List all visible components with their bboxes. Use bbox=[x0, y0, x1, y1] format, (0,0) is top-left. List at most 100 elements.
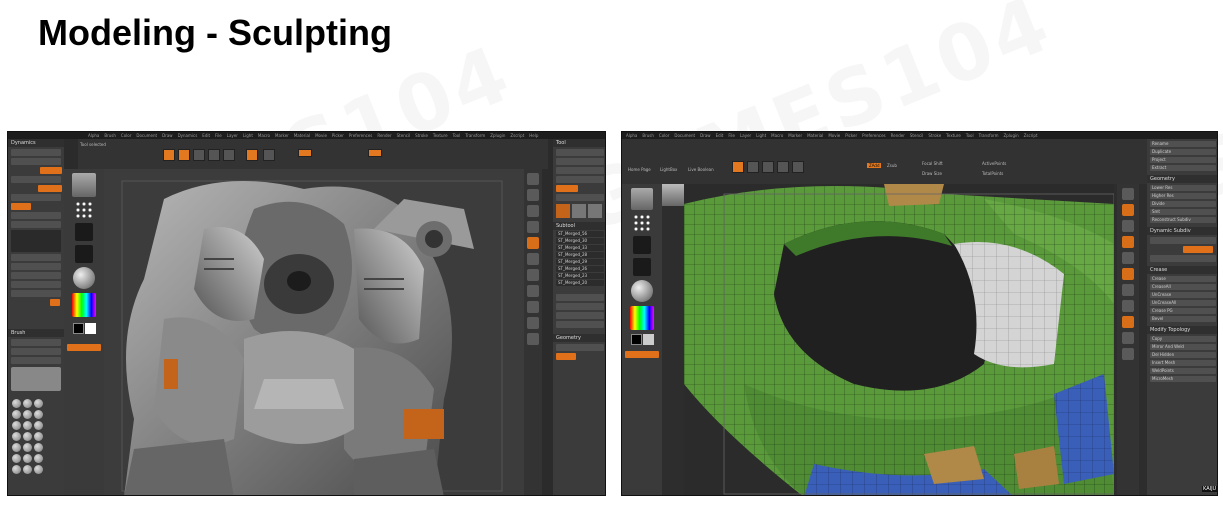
panel-row[interactable] bbox=[556, 344, 604, 351]
stroke-icon[interactable] bbox=[633, 214, 651, 232]
panel-row[interactable] bbox=[11, 290, 61, 297]
toolbar-button[interactable] bbox=[732, 161, 744, 173]
tool-thumbnail[interactable] bbox=[556, 204, 570, 218]
polyf-icon[interactable] bbox=[1122, 316, 1134, 328]
panel-row[interactable] bbox=[625, 351, 659, 358]
toolbar-button[interactable] bbox=[178, 149, 190, 161]
panel-row[interactable] bbox=[11, 357, 61, 364]
tool-thumbnail[interactable] bbox=[588, 204, 602, 218]
panel-row[interactable] bbox=[40, 167, 62, 174]
panel-row[interactable] bbox=[67, 344, 101, 351]
panel-row[interactable] bbox=[11, 348, 61, 355]
panel-item[interactable]: Insert Mesh bbox=[1150, 360, 1216, 366]
panel-row[interactable] bbox=[556, 194, 604, 201]
menu-item[interactable]: Movie bbox=[828, 133, 840, 138]
toolbar-button[interactable] bbox=[792, 161, 804, 173]
panel-item[interactable]: Smt bbox=[1150, 209, 1216, 215]
toolbar-button[interactable] bbox=[368, 149, 382, 157]
material-icon[interactable] bbox=[73, 267, 95, 289]
panel-row[interactable] bbox=[1150, 255, 1216, 262]
frame-icon[interactable] bbox=[527, 285, 539, 297]
menu-item[interactable]: Brush bbox=[642, 133, 654, 138]
transp-icon[interactable] bbox=[1122, 332, 1134, 344]
panel-row[interactable] bbox=[50, 299, 60, 306]
menu-item[interactable]: Zscript bbox=[510, 133, 524, 138]
panel-item[interactable]: Reconstruct Subdiv bbox=[1150, 217, 1216, 223]
panel-row[interactable] bbox=[11, 176, 61, 183]
menu-item[interactable]: Picker bbox=[332, 133, 344, 138]
menu-item[interactable]: Brush bbox=[104, 133, 116, 138]
bpr-icon[interactable] bbox=[527, 173, 539, 185]
menu-item[interactable]: Stroke bbox=[415, 133, 428, 138]
toolbar-button[interactable] bbox=[263, 149, 275, 161]
panel-row[interactable] bbox=[11, 194, 61, 201]
menu-item[interactable]: Draw bbox=[162, 133, 172, 138]
main-color-swatch[interactable] bbox=[630, 334, 642, 345]
menu-item[interactable]: Stencil bbox=[910, 133, 924, 138]
menu-item[interactable]: Edit bbox=[716, 133, 724, 138]
panel-item[interactable]: Extract bbox=[1150, 165, 1216, 171]
panel-item[interactable]: Rename bbox=[1150, 141, 1216, 147]
alpha-icon[interactable] bbox=[75, 223, 93, 241]
menu-item[interactable]: Texture bbox=[433, 133, 448, 138]
menu-item[interactable]: Macro bbox=[771, 133, 783, 138]
panel-row[interactable] bbox=[38, 185, 62, 192]
menu-item[interactable]: Marker bbox=[788, 133, 802, 138]
panel-item[interactable]: Bevel bbox=[1150, 316, 1216, 322]
menu-item[interactable]: Transform bbox=[979, 133, 999, 138]
persp-icon[interactable] bbox=[1122, 268, 1134, 280]
secondary-color-swatch[interactable] bbox=[84, 323, 96, 334]
sculpt-viewport[interactable] bbox=[104, 169, 524, 495]
zoom-icon[interactable] bbox=[527, 205, 539, 217]
local-icon[interactable] bbox=[527, 269, 539, 281]
polysphere-thumbnail[interactable] bbox=[662, 184, 684, 206]
menu-item[interactable]: Preferences bbox=[862, 133, 886, 138]
panel-item[interactable]: CreaseAll bbox=[1150, 284, 1216, 290]
floor-icon[interactable] bbox=[527, 253, 539, 265]
menu-item[interactable]: Zplugin bbox=[1004, 133, 1019, 138]
panel-item[interactable]: ST_Merged_20 bbox=[556, 280, 604, 286]
actual-icon[interactable] bbox=[527, 221, 539, 233]
menu-item[interactable]: Dynamics bbox=[178, 133, 198, 138]
color-picker-icon[interactable] bbox=[630, 306, 654, 330]
menu-item[interactable]: Macro bbox=[258, 133, 270, 138]
panel-row[interactable] bbox=[11, 149, 61, 156]
panel-row[interactable] bbox=[11, 203, 31, 210]
panel-row[interactable] bbox=[556, 312, 604, 319]
menu-item[interactable]: File bbox=[215, 133, 222, 138]
main-color-swatch[interactable] bbox=[72, 323, 84, 334]
toolbar-button[interactable] bbox=[298, 149, 312, 157]
panel-row[interactable] bbox=[556, 303, 604, 310]
menu-item[interactable]: Color bbox=[121, 133, 131, 138]
move-icon[interactable] bbox=[1122, 348, 1134, 360]
panel-item[interactable]: ST_Merged_29 bbox=[556, 259, 604, 265]
panel-item[interactable]: Project bbox=[1150, 157, 1216, 163]
panel-item[interactable]: Crease bbox=[1150, 276, 1216, 282]
material-icon[interactable] bbox=[631, 280, 653, 302]
panel-item[interactable]: Mirror And Weld bbox=[1150, 344, 1216, 350]
panel-item[interactable]: Copy bbox=[1150, 336, 1216, 342]
menu-item[interactable]: Material bbox=[807, 133, 823, 138]
menu-item[interactable]: Preferences bbox=[349, 133, 373, 138]
panel-row[interactable] bbox=[1183, 246, 1213, 253]
alpha-icon[interactable] bbox=[633, 236, 651, 254]
toolbar-button[interactable] bbox=[223, 149, 235, 161]
panel-row[interactable] bbox=[11, 212, 61, 219]
menu-item[interactable]: Material bbox=[294, 133, 310, 138]
panel-row[interactable] bbox=[1150, 237, 1216, 244]
spix-icon[interactable] bbox=[1122, 204, 1134, 216]
panel-row[interactable] bbox=[11, 230, 61, 252]
toolbar-button[interactable] bbox=[208, 149, 220, 161]
panel-item[interactable]: Lower Res bbox=[1150, 185, 1216, 191]
menu-item[interactable]: Color bbox=[659, 133, 669, 138]
toolbar-button[interactable] bbox=[747, 161, 759, 173]
menu-item[interactable]: Render bbox=[377, 133, 391, 138]
panel-row[interactable] bbox=[556, 321, 604, 328]
menu-item[interactable]: Light bbox=[243, 133, 253, 138]
texture-icon[interactable] bbox=[633, 258, 651, 276]
menu-item[interactable]: Document bbox=[674, 133, 695, 138]
menu-item[interactable]: Layer bbox=[227, 133, 238, 138]
move-icon[interactable] bbox=[527, 301, 539, 313]
toolbar-button[interactable] bbox=[163, 149, 175, 161]
tool-thumbnail[interactable] bbox=[72, 173, 96, 197]
